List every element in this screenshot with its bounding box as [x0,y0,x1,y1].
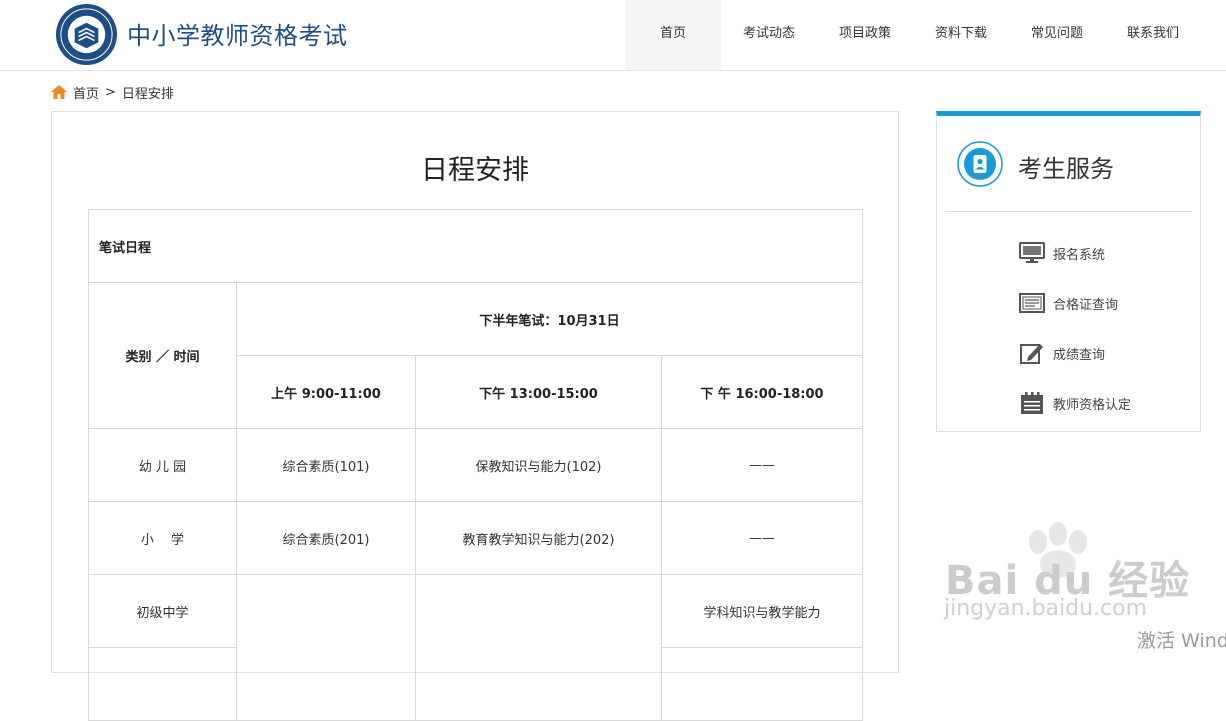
table-cell: —— [660,428,864,502]
row-category: 初级中学 [88,574,237,648]
table-cell: 学科知识与教学能力 [660,574,864,648]
table-row: 初级中学 学科知识与教学能力 [88,574,864,721]
time-slot-header: 下 午 16:00-18:00 [660,355,864,429]
table-cell: 保教知识与能力(102) [415,428,662,502]
nav-item-home[interactable]: 首页 [625,0,721,70]
table-cell [415,574,662,721]
site-title[interactable]: 中小学教师资格考试 [127,16,348,51]
row-category: 小 学 [88,501,237,575]
table-row: 笔试日程 [87,209,864,283]
table-row: 类别 ／ 时间 下半年笔试：10月31日 [88,282,864,429]
nav-item-exam-news[interactable]: 考试动态 [721,0,817,70]
table-cell: 综合素质(101) [236,428,416,502]
monitor-icon [1019,242,1045,263]
service-certificate-query-link[interactable]: 合格证查询 [1019,290,1131,316]
certificate-icon [1019,293,1045,313]
main-panel: 日程安排 笔试日程 类别 ／ 时间 下半年笔试：10月31日 上午 9:00-1… [51,111,899,721]
table-row: 小 学 综合素质(201) 教育教学知识与能力(202) —— [88,501,864,575]
site-header: 中小学教师资格考试 首页 考试动态 项目政策 资料下载 常见问题 联系我们 [0,0,1226,71]
table-cell: —— [660,501,864,575]
table-cell-cutoff [660,647,864,721]
service-registration-link[interactable]: 报名系统 [1019,240,1131,266]
time-slot-header: 下午 13:00-15:00 [415,355,662,429]
service-label: 合格证查询 [1053,297,1119,313]
schedule-table: 笔试日程 类别 ／ 时间 下半年笔试：10月31日 上午 9:00-11:00 … [87,209,864,721]
table-row: 幼 儿 园 综合素质(101) 保教知识与能力(102) —— [88,428,864,502]
row-category-cutoff [88,647,237,721]
divider [945,211,1192,212]
watermark-url: jingyan.baidu.com [944,596,1148,621]
calendar-icon [1021,392,1043,414]
breadcrumb-current: 日程安排 [121,86,174,102]
table-cell [236,574,416,721]
nav-item-policy[interactable]: 项目政策 [817,0,913,70]
section-label: 笔试日程 [87,209,864,283]
service-certification-link[interactable]: 教师资格认定 [1019,390,1131,416]
row-category: 幼 儿 园 [88,428,237,502]
candidate-services-panel: 考生服务 报名系统 合格证查询 成绩查询 教师资格认定 [936,111,1201,432]
service-label: 报名系统 [1053,247,1106,263]
services-title: 考生服务 [1018,155,1114,183]
breadcrumb-separator: > [105,84,116,100]
time-slot-header: 上午 9:00-11:00 [236,355,416,429]
contacts-icon [957,141,1003,187]
table-cell: 教育教学知识与能力(202) [415,501,662,575]
service-label: 成绩查询 [1053,347,1106,363]
nav-item-faq[interactable]: 常见问题 [1009,0,1105,70]
service-label: 教师资格认定 [1053,397,1132,413]
logo-emblem-icon[interactable] [55,3,118,66]
nav-item-contact[interactable]: 联系我们 [1105,0,1201,70]
main-nav: 首页 考试动态 项目政策 资料下载 常见问题 联系我们 [625,0,1201,70]
edit-icon [1020,344,1043,364]
breadcrumb-home-link[interactable]: 首页 [73,83,99,102]
table-cell: 综合素质(201) [236,501,416,575]
page-title: 日程安排 [421,155,529,186]
home-icon [51,85,67,99]
exam-date-header: 下半年笔试：10月31日 [235,282,864,356]
services-list: 报名系统 合格证查询 成绩查询 教师资格认定 [1019,240,1131,440]
breadcrumb: 首页 > 日程安排 [51,82,174,102]
category-header: 类别 ／ 时间 [88,282,237,429]
service-score-query-link[interactable]: 成绩查询 [1019,340,1131,366]
os-activation-overlay: 激活 Wind [1137,630,1226,652]
nav-item-downloads[interactable]: 资料下载 [913,0,1009,70]
